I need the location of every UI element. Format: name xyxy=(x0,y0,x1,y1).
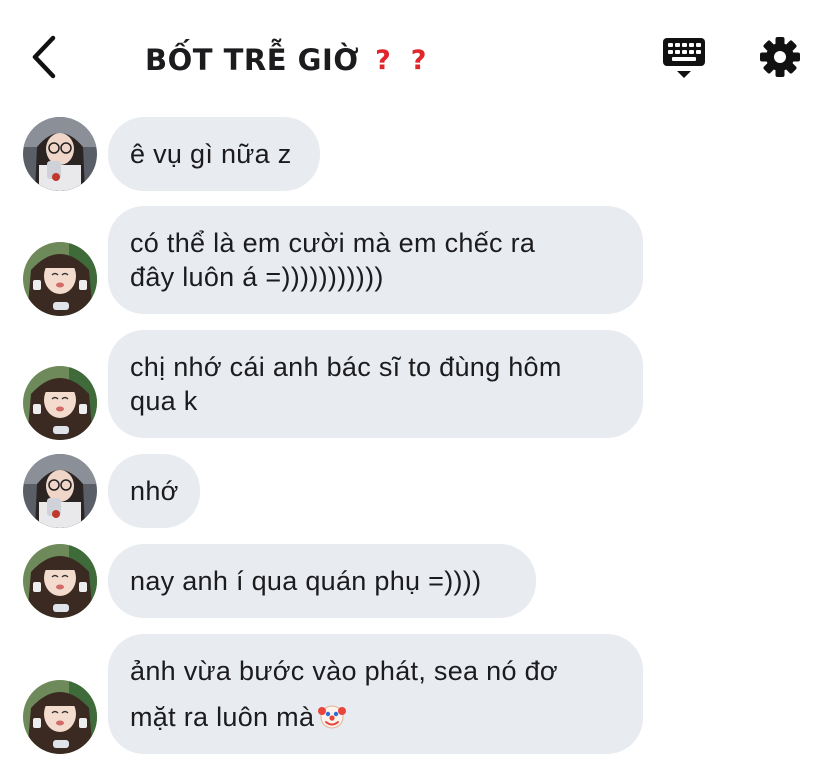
avatar-photo xyxy=(23,366,97,440)
message-text: đây luôn á =))))))))))) xyxy=(130,262,384,292)
chat-screen: BỐT TRỄ GIỜ ? ? ê vụ gì nữa z có thể là … xyxy=(0,0,828,771)
message-bubble[interactable]: ê vụ gì nữa z xyxy=(108,117,320,191)
message-text: nay anh í qua quán phụ =)))) xyxy=(130,566,482,596)
message-text: chị nhớ cái anh bác sĩ to đùng hôm xyxy=(130,352,562,382)
back-button[interactable] xyxy=(22,32,66,82)
chevron-left-icon xyxy=(32,35,56,79)
avatar[interactable] xyxy=(23,544,97,618)
message-text: ảnh vừa bước vào phát, sea nó đơ xyxy=(130,656,558,686)
settings-button[interactable] xyxy=(757,34,803,80)
question-mark-emoji: ? xyxy=(375,44,391,76)
avatar[interactable] xyxy=(23,454,97,528)
avatar-photo xyxy=(23,242,97,316)
chat-title-group[interactable]: BỐT TRỄ GIỜ ? ? xyxy=(145,38,426,82)
question-mark-emoji: ? xyxy=(410,44,427,76)
keyboard-icon xyxy=(663,38,705,78)
message-bubble[interactable]: ảnh vừa bước vào phát, sea nó đơ mặt ra … xyxy=(108,634,643,754)
message-row: nhớ xyxy=(0,454,828,528)
clown-face-icon xyxy=(318,705,347,729)
message-bubble[interactable]: chị nhớ cái anh bác sĩ to đùng hôm qua k xyxy=(108,330,643,438)
message-row: chị nhớ cái anh bác sĩ to đùng hôm qua k xyxy=(0,330,828,440)
message-text: qua k xyxy=(130,386,198,416)
avatar-photo xyxy=(23,544,97,618)
message-text-line-with-emoji: mặt ra luôn mà xyxy=(130,700,347,734)
gear-icon xyxy=(760,37,800,77)
message-bubble[interactable]: nhớ xyxy=(108,454,200,528)
avatar-photo xyxy=(23,117,97,191)
message-bubble[interactable]: nay anh í qua quán phụ =)))) xyxy=(108,544,536,618)
avatar[interactable] xyxy=(23,242,97,316)
message-text: ê vụ gì nữa z xyxy=(130,139,292,169)
avatar-photo xyxy=(23,680,97,754)
message-text: nhớ xyxy=(130,476,179,506)
chat-header: BỐT TRỄ GIỜ ? ? xyxy=(0,0,828,112)
message-bubble[interactable]: có thể là em cười mà em chếc ra đây luôn… xyxy=(108,206,643,314)
message-row: ê vụ gì nữa z xyxy=(0,117,828,191)
message-text: có thể là em cười mà em chếc ra xyxy=(130,228,536,258)
message-row: có thể là em cười mà em chếc ra đây luôn… xyxy=(0,206,828,316)
avatar[interactable] xyxy=(23,117,97,191)
avatar[interactable] xyxy=(23,680,97,754)
avatar[interactable] xyxy=(23,366,97,440)
message-row: ảnh vừa bước vào phát, sea nó đơ mặt ra … xyxy=(0,634,828,754)
keyboard-button[interactable] xyxy=(660,34,708,82)
avatar-photo xyxy=(23,454,97,528)
message-row: nay anh í qua quán phụ =)))) xyxy=(0,544,828,618)
chat-title: BỐT TRỄ GIỜ xyxy=(145,43,360,77)
message-text: mặt ra luôn mà xyxy=(130,702,315,732)
